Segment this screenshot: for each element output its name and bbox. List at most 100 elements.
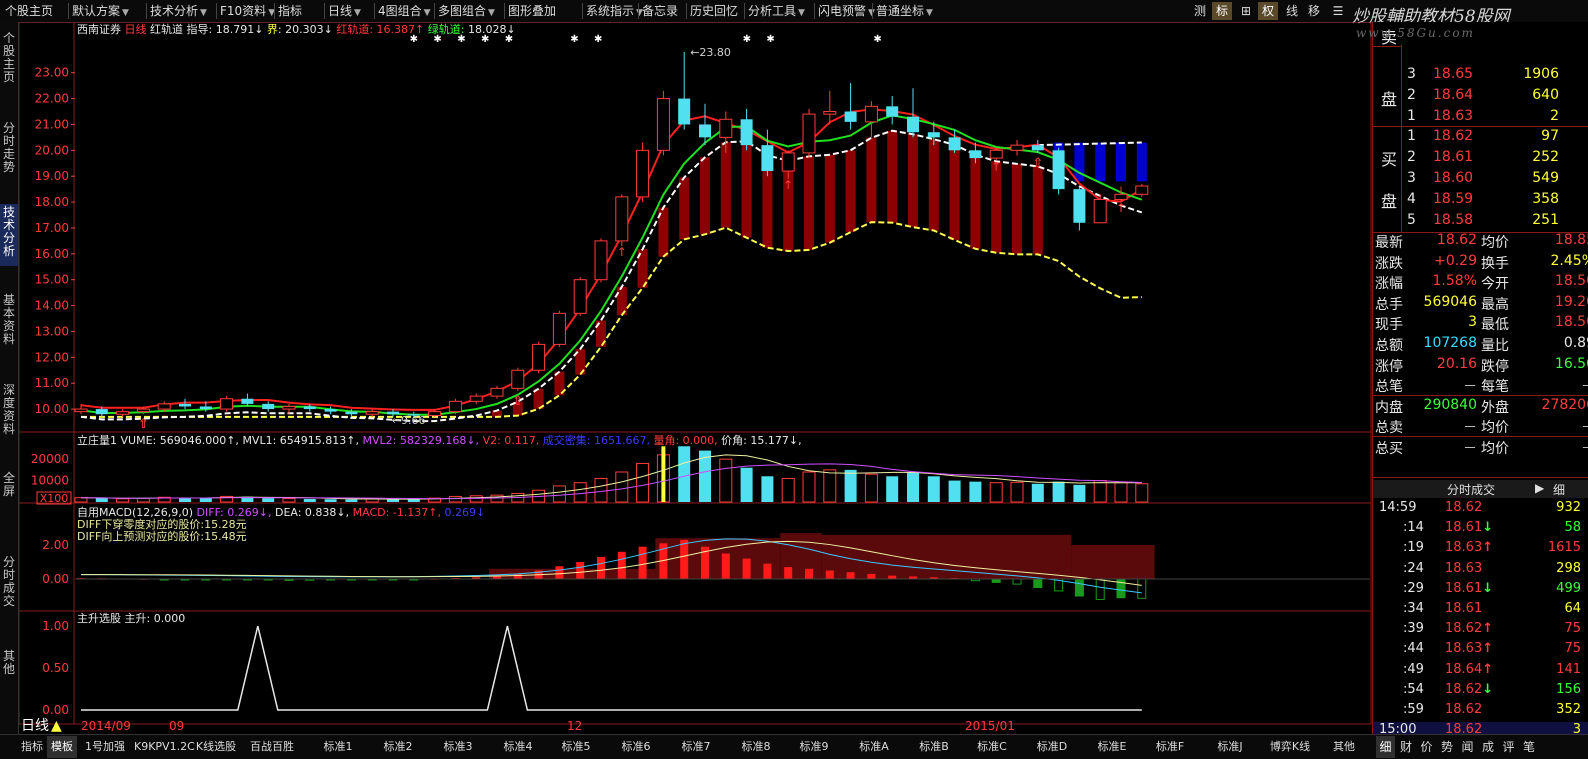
toolbar-analysis-tools-button[interactable]: 分析工具 ▼	[748, 2, 805, 20]
toolbar-measure-button[interactable]: 测	[1190, 2, 1210, 20]
tick-volume: 499	[1556, 580, 1581, 596]
bottom-tab-3[interactable]: K9KPV1.2C	[134, 736, 195, 758]
bottom-tab-15[interactable]: 标准A	[846, 736, 902, 758]
tick-row: 14:59 18.62 932	[1373, 500, 1588, 520]
quote-label: 最新	[1375, 235, 1403, 251]
chevron-down-icon: ▼	[200, 8, 207, 18]
volume-bar	[324, 499, 337, 502]
bottom-tab-17[interactable]: 标准C	[964, 736, 1020, 758]
quote-value: 290840	[1423, 396, 1477, 413]
candle-body	[1135, 185, 1149, 195]
bottom-tab-22[interactable]: 博弈K线	[1262, 736, 1318, 758]
bottom-tab-0[interactable]: 指标	[18, 736, 46, 758]
bottom-tab-21[interactable]: 标准J	[1202, 736, 1258, 758]
candle-body	[823, 111, 837, 115]
chart-area[interactable]: 23.00 22.00 21.00 20.00 19.00 18.00 17.00 16.00…	[19, 22, 1372, 734]
main-rise-signal-line	[81, 625, 1142, 711]
bottom-right-tab-2[interactable]: 价	[1417, 736, 1436, 758]
bottom-tab-5[interactable]: 百战百胜	[244, 736, 300, 758]
quote-divider	[1373, 477, 1588, 478]
subchart-tick-label: 0.00	[42, 703, 69, 717]
toolbar-separator	[872, 3, 873, 19]
toolbar-four-chart-button[interactable]: 4图组合 ▼	[378, 2, 431, 20]
tick-price-value: 18.62	[1445, 702, 1483, 717]
toolbar-alert-button[interactable]: 闪电预警▼	[818, 2, 875, 20]
bottom-right-tab-0[interactable]: 细	[1376, 736, 1395, 758]
toolbar-daily-button[interactable]: 日线 ▼	[328, 2, 361, 20]
bottom-right-tab-6[interactable]: 评	[1499, 736, 1518, 758]
bottom-right-tab-5[interactable]: 成	[1479, 736, 1498, 758]
buy-pan-label: 盘	[1381, 192, 1398, 211]
toolbar-memo-button[interactable]: 备忘录	[642, 2, 678, 20]
toolbar-multi-chart-button[interactable]: 多图组合 ▼	[438, 2, 495, 20]
bottom-tab-18[interactable]: 标准D	[1024, 736, 1080, 758]
bottom-tab-14[interactable]: 标准9	[786, 736, 842, 758]
tick-price-value: 18.61	[1445, 601, 1483, 616]
toolbar-default-scheme-button[interactable]: 默认方案 ▼	[72, 2, 129, 20]
chevron-down-icon: ▼	[926, 8, 933, 18]
tick-volume: 298	[1556, 560, 1581, 576]
bottom-right-tab-7[interactable]: 笔	[1520, 736, 1539, 758]
toolbar-indicator-button[interactable]: 指标	[278, 2, 302, 20]
ticks-next-icon[interactable]: ▶	[1535, 481, 1544, 495]
bottom-right-tab-4[interactable]: 闻	[1458, 736, 1477, 758]
order-volume: 252	[1532, 149, 1559, 165]
bottom-tab-16[interactable]: 标准B	[906, 736, 962, 758]
bottom-tab-13[interactable]: 标准8	[728, 736, 784, 758]
toolbar-tech-analysis-button[interactable]: 技术分析 ▼	[150, 2, 207, 20]
candle-body	[469, 395, 483, 402]
toolbar-stock-home-button[interactable]: 个股主页	[5, 2, 53, 20]
toolbar-overlay-button[interactable]: 图形叠加	[508, 2, 556, 20]
bottom-tab-19[interactable]: 标准E	[1084, 736, 1140, 758]
bottom-tab-20[interactable]: 标准F	[1142, 736, 1198, 758]
tick-price: 18.62	[1445, 702, 1482, 717]
sidebar-item-other[interactable]: 其他	[0, 648, 18, 700]
macd-hist-bar	[888, 575, 897, 579]
toolbar-move-button[interactable]: 移	[1304, 2, 1324, 20]
sidebar-item-basic-info[interactable]: 基本资料	[0, 292, 18, 354]
bottom-tab-23[interactable]: 其他	[1322, 736, 1366, 758]
buy-row: 2 18.61 252	[1373, 149, 1588, 169]
sidebar-item-tick-trades[interactable]: 分时成交	[0, 554, 18, 624]
bottom-tab-6[interactable]: 标准1	[310, 736, 366, 758]
quote-label: 内盘	[1375, 399, 1403, 416]
bottom-tab-4[interactable]: K线选股	[190, 736, 242, 758]
toolbar-rights-button[interactable]: 权	[1258, 2, 1278, 20]
bottom-tab-1[interactable]: 模板	[47, 736, 77, 758]
ticks-detail-tab[interactable]: 细	[1553, 481, 1565, 498]
volume-bar	[282, 498, 296, 503]
toolbar-history-button[interactable]: 历史回忆	[690, 2, 738, 20]
bottom-tab-8[interactable]: 标准3	[430, 736, 486, 758]
channel-bar	[804, 156, 814, 250]
candle-body	[511, 369, 525, 389]
bottom-tab-12[interactable]: 标准7	[668, 736, 724, 758]
quote-value: 3	[1468, 314, 1477, 331]
toolbar-mark-button[interactable]: 标	[1212, 2, 1232, 20]
volume-bar	[719, 458, 733, 503]
quote-row: 涨停 20.16跌停 16.50	[1373, 356, 1588, 376]
toolbar-line-button[interactable]: 线	[1282, 2, 1302, 20]
volume-header-value: 0.000,	[683, 434, 721, 447]
toolbar-menu-button[interactable]: ☰	[1328, 2, 1348, 20]
channel-bar	[741, 141, 752, 238]
toolbar-grid-button[interactable]: ⊞	[1236, 2, 1256, 20]
ticks-header: 分时成交 ▶ 细	[1373, 480, 1588, 498]
quote-label: 均价	[1481, 420, 1509, 437]
bottom-tab-10[interactable]: 标准5	[548, 736, 604, 758]
bottom-tab-9[interactable]: 标准4	[490, 736, 546, 758]
toolbar-system-indicator-button[interactable]: 系统指示 ▼	[586, 2, 643, 20]
sidebar-item-stock-home[interactable]: 个股主页	[0, 30, 18, 94]
sidebar-item-fullscreen[interactable]: 全屏	[0, 470, 18, 512]
bottom-tab-11[interactable]: 标准6	[608, 736, 664, 758]
tick-price: 18.63	[1445, 561, 1482, 576]
sidebar-item-deep-info[interactable]: 深度资料	[0, 382, 18, 454]
bottom-right-tab-3[interactable]: 势	[1438, 736, 1457, 758]
sidebar-item-tech-analysis[interactable]: 技术分析	[0, 204, 18, 266]
toolbar-f10-info-button[interactable]: F10资料 ▼	[220, 2, 275, 20]
bottom-tab-2[interactable]: 1号加强	[80, 736, 130, 758]
bottom-tab-7[interactable]: 标准2	[370, 736, 426, 758]
sidebar-item-intraday[interactable]: 分时走势	[0, 120, 18, 190]
tick-time: :49	[1403, 661, 1424, 677]
toolbar-coordinate-button[interactable]: 普通坐标 ▼	[876, 2, 933, 20]
bottom-right-tab-1[interactable]: 财	[1397, 736, 1416, 758]
